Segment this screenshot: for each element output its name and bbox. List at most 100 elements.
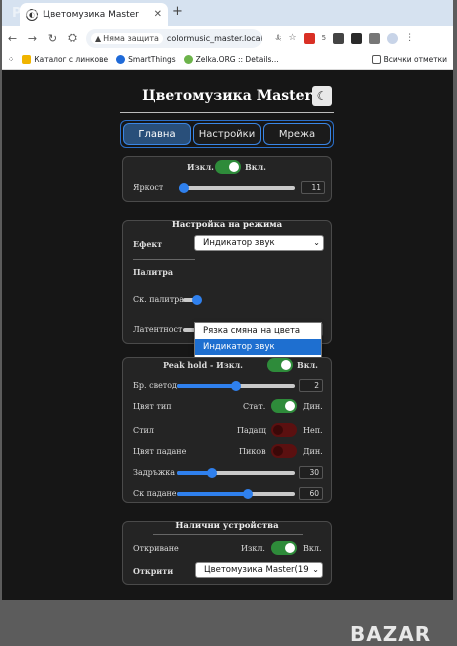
dark-mode-moon-icon[interactable]: ☾: [312, 86, 332, 106]
apps-grid-icon[interactable]: ⁘: [8, 55, 14, 64]
tab-network[interactable]: Мрежа: [263, 123, 331, 145]
power-off-label: Изкл.: [187, 162, 214, 172]
found-label: Открити: [133, 566, 174, 576]
bookmark-label: SmartThings: [128, 55, 176, 64]
fall-color-label: Цвят падане: [133, 447, 187, 456]
toggle-knob: [281, 360, 291, 370]
bookmarks-bar: ⁘ Каталог с линкове SmartThings Zelka.OR…: [2, 50, 453, 70]
all-bookmarks-label: Всички отметки: [383, 55, 447, 64]
bazar-watermark: BAZAR: [350, 622, 432, 646]
delay-slider[interactable]: [177, 468, 295, 478]
palette-speed-slider[interactable]: [183, 295, 202, 305]
brightness-value[interactable]: 11: [301, 181, 325, 194]
fall-speed-value[interactable]: 60: [299, 487, 323, 500]
effect-select[interactable]: Индикатор звук ⌄: [194, 235, 324, 251]
tab-settings[interactable]: Настройки: [193, 123, 261, 145]
slider-thumb[interactable]: [207, 468, 218, 478]
web-page: Цветомузика Master ☾ Главна Настройки Мр…: [2, 70, 453, 646]
delay-label: Задръжка: [133, 468, 176, 477]
page-title: Цветомузика Master: [142, 88, 312, 104]
toggle-knob: [229, 162, 239, 172]
new-tab-icon[interactable]: +: [172, 4, 183, 19]
extension-icon[interactable]: [351, 32, 363, 44]
bookmark-item[interactable]: Каталог с линкове: [22, 55, 108, 64]
color-type-right: Дин.: [303, 402, 323, 411]
security-chip[interactable]: ▲ Няма защита: [91, 32, 163, 44]
slider-thumb[interactable]: [178, 183, 189, 193]
delay-value[interactable]: 30: [299, 466, 323, 479]
divider: [153, 534, 303, 535]
power-card: Изкл. Вкл. Яркост 11: [122, 156, 332, 202]
discovery-label: Откриване: [133, 544, 179, 553]
extension-badge-icon[interactable]: [303, 32, 315, 44]
close-tab-icon[interactable]: ✕: [154, 9, 162, 20]
menu-dots-icon[interactable]: ⋮: [405, 33, 414, 43]
bookmark-star-icon[interactable]: ☆: [289, 33, 297, 43]
back-icon[interactable]: ←: [6, 32, 19, 45]
forward-icon[interactable]: →: [26, 32, 39, 45]
bookmark-item[interactable]: SmartThings: [116, 55, 176, 64]
tab-strip: ◐ Цветомузика Master ✕ + PУБЛ: [2, 0, 453, 26]
address-bar[interactable]: ▲ Няма защита colormusic_master.local: [86, 28, 262, 48]
smartthings-icon: [116, 55, 126, 64]
fall-speed-label: Ск падане: [133, 489, 177, 498]
color-type-toggle[interactable]: [271, 399, 297, 413]
bookmark-label: Каталог с линкове: [34, 55, 109, 64]
extension-icon[interactable]: [333, 32, 345, 44]
slider-thumb[interactable]: [231, 381, 241, 391]
brightness-label: Яркост: [133, 183, 164, 192]
palette-label: Палитра: [133, 267, 174, 277]
fall-speed-slider[interactable]: [177, 489, 295, 499]
style-label: Стил: [133, 426, 154, 435]
peak-toggle[interactable]: [267, 358, 293, 372]
discovery-on-label: Вкл.: [303, 544, 322, 553]
watermark-top: PУБЛ: [12, 6, 53, 21]
security-label: Няма защита: [103, 33, 159, 43]
effect-option[interactable]: Рязка смяна на цвета: [195, 323, 321, 339]
peak-on-label: Вкл.: [297, 360, 318, 370]
found-devices-select[interactable]: Цветомузика Master(19 ⌄: [195, 562, 323, 578]
brightness-slider[interactable]: [178, 183, 295, 193]
title-divider: [120, 112, 334, 113]
bookmark-item[interactable]: Zelka.ORG :: Details...: [183, 55, 279, 64]
toggle-knob: [273, 446, 283, 456]
fall-color-right: Дин.: [303, 447, 323, 456]
folder-icon: [371, 55, 381, 64]
tab-main[interactable]: Главна: [123, 123, 191, 145]
style-right: Неп.: [303, 426, 323, 435]
power-toggle[interactable]: [215, 160, 241, 174]
peak-title: Peak hold - Изкл.: [163, 360, 243, 370]
slider-thumb[interactable]: [242, 489, 253, 499]
effect-select-value: Индикатор звук: [203, 238, 275, 248]
style-toggle[interactable]: [271, 423, 297, 437]
effect-option[interactable]: Индикатор звук: [195, 339, 321, 355]
extensions-puzzle-icon[interactable]: [369, 32, 381, 44]
slider-fill: [177, 492, 248, 496]
devices-card: Налични устройства Откриване Изкл. Вкл. …: [122, 521, 332, 585]
zelka-icon: [183, 55, 193, 64]
toggle-knob: [285, 543, 295, 553]
found-devices-value: Цветомузика Master(19: [204, 565, 309, 575]
bookmark-label: Zelka.ORG :: Details...: [195, 55, 279, 64]
power-on-label: Вкл.: [245, 162, 266, 172]
color-type-label: Цвят тип: [133, 402, 172, 411]
reload-icon[interactable]: ↻: [46, 32, 59, 45]
palette-speed-label: Ск. палитра: [133, 295, 185, 304]
translate-icon[interactable]: ꕋ: [275, 33, 282, 43]
page-tabs: Главна Настройки Мрежа: [120, 120, 334, 148]
all-bookmarks[interactable]: Всички отметки: [371, 55, 447, 64]
discovery-toggle[interactable]: [271, 541, 297, 555]
leds-value[interactable]: 2: [299, 379, 323, 392]
fall-color-toggle[interactable]: [271, 444, 297, 458]
peak-hold-card: Peak hold - Изкл. Вкл. Бр. светод 2 Цвят…: [122, 357, 332, 503]
mode-title: Настройка на режима: [171, 220, 283, 230]
discovery-off-label: Изкл.: [241, 544, 265, 553]
divider: [133, 259, 195, 260]
site-settings-icon[interactable]: ⛭: [66, 31, 79, 45]
url-text: colormusic_master.local: [166, 33, 262, 43]
warning-icon: ▲: [95, 33, 102, 43]
chevron-down-icon: ⌄: [310, 563, 319, 577]
profile-avatar-icon[interactable]: [387, 32, 399, 44]
fall-color-left: Пиков: [239, 447, 266, 456]
leds-slider[interactable]: [177, 381, 295, 391]
